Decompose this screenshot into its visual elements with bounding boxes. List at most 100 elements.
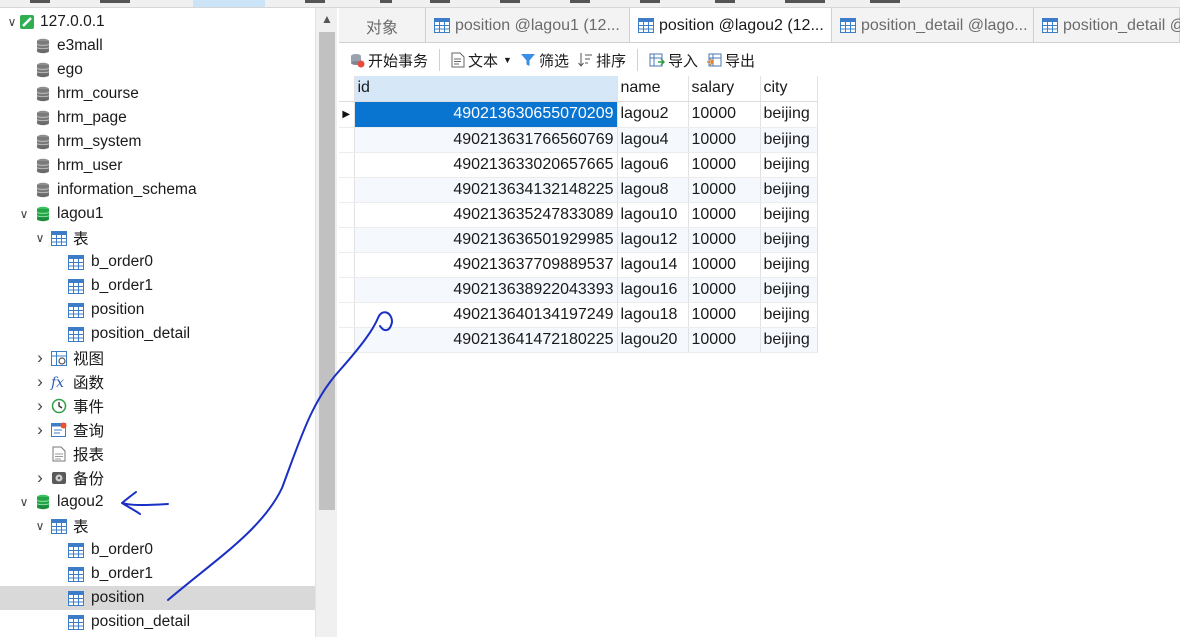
menu-item[interactable] xyxy=(100,0,130,3)
dropdown-caret-icon[interactable]: ▼ xyxy=(503,55,512,65)
cell-salary[interactable]: 10000 xyxy=(688,327,761,353)
cell-name[interactable]: lagou2 xyxy=(617,101,689,128)
menu-item[interactable] xyxy=(640,0,660,3)
cell-salary[interactable]: 10000 xyxy=(688,252,761,278)
tree-node[interactable]: › 备份 xyxy=(0,466,315,490)
cell-name[interactable]: lagou4 xyxy=(617,127,689,153)
table-row[interactable]: 490213637709889537 lagou14 10000 beijing xyxy=(339,252,818,278)
cell-name[interactable]: lagou14 xyxy=(617,252,689,278)
tree-node[interactable]: › fx 函数 xyxy=(0,370,315,394)
cell-city[interactable]: beijing xyxy=(760,101,818,128)
tree-node[interactable]: ego xyxy=(0,58,315,82)
row-header[interactable] xyxy=(339,127,355,153)
cell-name[interactable]: lagou10 xyxy=(617,202,689,228)
tree-node[interactable]: information_schema xyxy=(0,178,315,202)
cell-id[interactable]: 490213634132148225 xyxy=(354,177,618,203)
menu-item[interactable] xyxy=(305,0,325,3)
menu-item[interactable] xyxy=(380,0,392,3)
tree-node[interactable]: position xyxy=(0,586,315,610)
tree-node[interactable]: hrm_course xyxy=(0,82,315,106)
row-header[interactable] xyxy=(339,177,355,203)
tree-node[interactable]: position xyxy=(0,298,315,322)
cell-name[interactable]: lagou20 xyxy=(617,327,689,353)
cell-salary[interactable]: 10000 xyxy=(688,227,761,253)
tree-node[interactable]: ∨ 127.0.0.1 xyxy=(0,10,315,34)
menu-item-active[interactable] xyxy=(193,0,265,7)
row-header[interactable] xyxy=(339,302,355,328)
cell-id[interactable]: 490213633020657665 xyxy=(354,152,618,178)
scrollbar-thumb[interactable] xyxy=(319,32,335,510)
chevron-down-icon[interactable]: ∨ xyxy=(5,10,19,34)
import-button[interactable]: 导入 xyxy=(645,46,702,74)
row-header[interactable] xyxy=(339,227,355,253)
table-row[interactable]: 490213636501929985 lagou12 10000 beijing xyxy=(339,227,818,253)
tree-node[interactable]: hrm_system xyxy=(0,130,315,154)
row-header[interactable]: ▶ xyxy=(339,101,355,128)
cell-salary[interactable]: 10000 xyxy=(688,127,761,153)
chevron-right-icon[interactable]: › xyxy=(33,418,47,442)
cell-id[interactable]: 490213638922043393 xyxy=(354,277,618,303)
text-view-button[interactable]: 文本 ▼ xyxy=(447,46,516,74)
cell-city[interactable]: beijing xyxy=(760,202,818,228)
tree-scrollbar[interactable]: ▲ xyxy=(315,8,337,637)
menu-item[interactable] xyxy=(570,0,590,3)
cell-id[interactable]: 490213637709889537 xyxy=(354,252,618,278)
navigation-tree[interactable]: ∨ 127.0.0.1 e3mall ego hrm_course hrm_page hrm… xyxy=(0,8,315,637)
row-header[interactable] xyxy=(339,327,355,353)
menu-item[interactable] xyxy=(430,0,450,3)
row-header[interactable] xyxy=(339,252,355,278)
chevron-down-icon[interactable]: ∨ xyxy=(33,226,47,250)
tree-node[interactable]: 报表 xyxy=(0,442,315,466)
cell-name[interactable]: lagou8 xyxy=(617,177,689,203)
sort-button[interactable]: 排序 xyxy=(573,46,630,74)
cell-salary[interactable]: 10000 xyxy=(688,177,761,203)
tree-node[interactable]: › 事件 xyxy=(0,394,315,418)
chevron-right-icon[interactable]: › xyxy=(33,466,47,490)
tree-node[interactable]: position_detail xyxy=(0,610,315,634)
cell-city[interactable]: beijing xyxy=(760,277,818,303)
tab[interactable]: position @lagou2 (12... xyxy=(630,8,832,42)
table-row[interactable]: 490213631766560769 lagou4 10000 beijing xyxy=(339,127,818,153)
tree-node[interactable]: hrm_page xyxy=(0,106,315,130)
tab[interactable]: 对象 xyxy=(339,8,426,42)
chevron-down-icon[interactable]: ∨ xyxy=(33,514,47,538)
chevron-right-icon[interactable]: › xyxy=(33,346,47,370)
row-header[interactable] xyxy=(339,152,355,178)
column-header-id[interactable]: id xyxy=(354,76,618,102)
table-row[interactable]: 490213635247833089 lagou10 10000 beijing xyxy=(339,202,818,228)
cell-salary[interactable]: 10000 xyxy=(688,277,761,303)
cell-id[interactable]: 490213640134197249 xyxy=(354,302,618,328)
menu-item[interactable] xyxy=(500,0,520,3)
filter-button[interactable]: 筛选 xyxy=(516,46,573,74)
tab[interactable]: position @lagou1 (12... xyxy=(426,8,630,42)
tree-node[interactable]: › 视图 xyxy=(0,346,315,370)
cell-city[interactable]: beijing xyxy=(760,227,818,253)
tree-node[interactable]: e3mall xyxy=(0,34,315,58)
table-row[interactable]: ▶ 490213630655070209 lagou2 10000 beijing xyxy=(339,101,818,128)
tree-node[interactable]: hrm_user xyxy=(0,154,315,178)
begin-transaction-button[interactable]: 开始事务 xyxy=(345,46,432,74)
row-header[interactable] xyxy=(339,277,355,303)
cell-id[interactable]: 490213635247833089 xyxy=(354,202,618,228)
chevron-right-icon[interactable]: › xyxy=(33,370,47,394)
cell-name[interactable]: lagou6 xyxy=(617,152,689,178)
cell-name[interactable]: lagou16 xyxy=(617,277,689,303)
scroll-up-icon[interactable]: ▲ xyxy=(316,8,338,30)
chevron-down-icon[interactable]: ∨ xyxy=(17,490,31,514)
tree-node[interactable]: position_detail xyxy=(0,322,315,346)
chevron-down-icon[interactable]: ∨ xyxy=(17,202,31,226)
cell-city[interactable]: beijing xyxy=(760,302,818,328)
chevron-right-icon[interactable]: › xyxy=(33,394,47,418)
tree-node[interactable]: ∨ 表 xyxy=(0,226,315,250)
table-row[interactable]: 490213634132148225 lagou8 10000 beijing xyxy=(339,177,818,203)
tree-node[interactable]: ∨ 表 xyxy=(0,514,315,538)
tree-node[interactable]: ∨ lagou2 xyxy=(0,490,315,514)
menu-item[interactable] xyxy=(30,0,50,3)
cell-id[interactable]: 490213636501929985 xyxy=(354,227,618,253)
tree-node[interactable]: b_order0 xyxy=(0,250,315,274)
cell-city[interactable]: beijing xyxy=(760,127,818,153)
tab[interactable]: position_detail @ xyxy=(1034,8,1180,42)
table-row[interactable]: 490213633020657665 lagou6 10000 beijing xyxy=(339,152,818,178)
cell-name[interactable]: lagou12 xyxy=(617,227,689,253)
cell-salary[interactable]: 10000 xyxy=(688,202,761,228)
